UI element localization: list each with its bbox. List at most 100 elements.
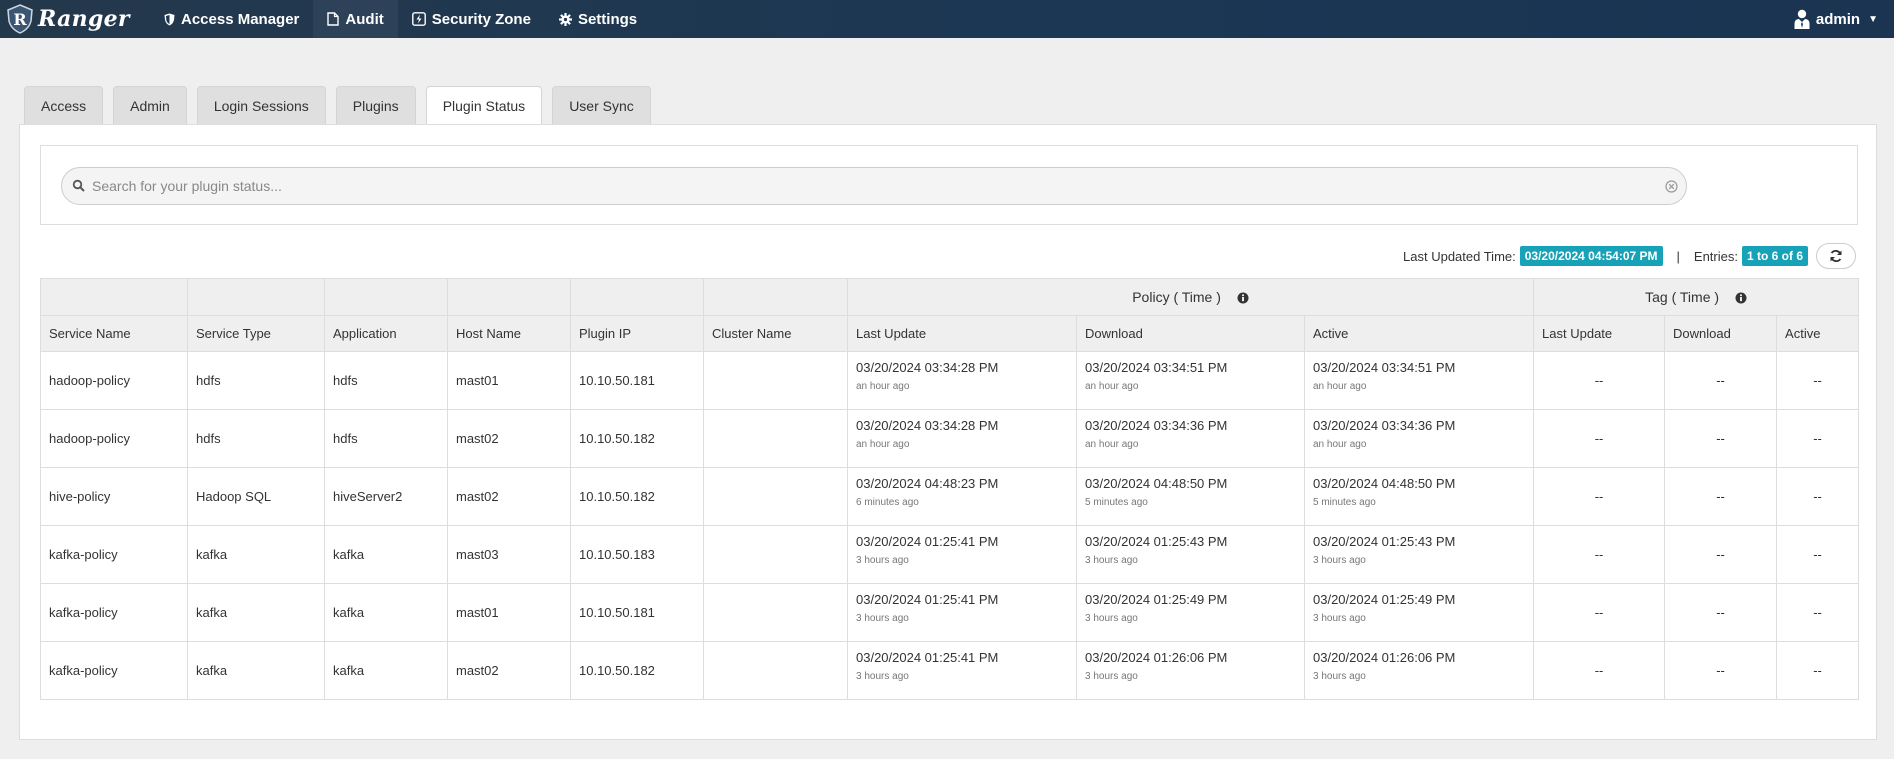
col-host-name: Host Name [447, 315, 571, 352]
cell-service-type: kafka [187, 641, 325, 700]
cell-service-type: kafka [187, 525, 325, 584]
nav-settings[interactable]: Settings [545, 0, 651, 38]
timestamp: 03/20/2024 01:25:41 PM [856, 592, 999, 607]
cell-application: kafka [324, 641, 448, 700]
tab-user-sync[interactable]: User Sync [552, 86, 651, 124]
status-line: Last Updated Time: 03/20/2024 04:54:07 P… [1403, 243, 1856, 269]
cell-service-name: kafka-policy [40, 641, 188, 700]
cell-service-name: hadoop-policy [40, 409, 188, 468]
table-row: kafka-policy kafka kafka mast03 10.10.50… [40, 525, 1860, 584]
cell-tag-last-update: -- [1533, 409, 1666, 468]
cell-cluster-name [703, 525, 848, 584]
col-application: Application [324, 315, 448, 352]
user-icon [1794, 9, 1810, 29]
last-updated-label: Last Updated Time: [1403, 248, 1516, 264]
cell-policy-last-update: 03/20/2024 01:25:41 PM 3 hours ago [847, 641, 1077, 700]
cell-plugin-ip: 10.10.50.182 [570, 641, 704, 700]
relative-time: 3 hours ago [856, 671, 909, 682]
top-navbar: R Ranger Access Manager Audit Security Z… [0, 0, 1894, 38]
cell-policy-download: 03/20/2024 03:34:51 PM an hour ago [1076, 351, 1305, 410]
file-icon [327, 12, 340, 26]
cell-policy-active: 03/20/2024 04:48:50 PM 5 minutes ago [1303, 467, 1535, 526]
cell-host-name: mast03 [447, 525, 571, 584]
cell-cluster-name [703, 351, 848, 410]
timestamp: 03/20/2024 01:26:06 PM [1313, 650, 1456, 665]
cell-policy-last-update: 03/20/2024 03:34:28 PM an hour ago [847, 351, 1077, 410]
table-row: hadoop-policy hdfs hdfs mast02 10.10.50.… [40, 409, 1860, 468]
cell-host-name: mast01 [447, 583, 571, 642]
cell-tag-active: -- [1776, 583, 1860, 642]
entries-label: Entries: [1693, 248, 1738, 264]
timestamp: 03/20/2024 04:48:50 PM [1085, 476, 1228, 491]
cell-tag-download: -- [1664, 525, 1778, 584]
cell-service-type: hdfs [187, 351, 325, 410]
svg-text:R: R [13, 10, 27, 29]
cell-policy-active: 03/20/2024 03:34:51 PM an hour ago [1303, 351, 1535, 410]
table-column-header: Service Name Service Type Application Ho… [40, 315, 1860, 352]
info-icon[interactable] [1237, 292, 1249, 304]
nav-security-zone[interactable]: Security Zone [398, 0, 545, 38]
table-row: hadoop-policy hdfs hdfs mast01 10.10.50.… [40, 351, 1860, 410]
cell-tag-last-update: -- [1533, 351, 1666, 410]
entries-badge: 1 to 6 of 6 [1741, 246, 1808, 266]
cell-service-type: hdfs [187, 409, 325, 468]
search-field[interactable] [61, 167, 1687, 205]
info-icon[interactable] [1735, 292, 1747, 304]
timestamp: 03/20/2024 01:25:49 PM [1085, 592, 1228, 607]
cell-service-name: hadoop-policy [40, 351, 188, 410]
cell-policy-active: 03/20/2024 01:25:43 PM 3 hours ago [1303, 525, 1535, 584]
tab-plugin-status[interactable]: Plugin Status [425, 86, 543, 125]
relative-time: 5 minutes ago [1313, 497, 1376, 508]
cell-tag-download: -- [1664, 641, 1778, 700]
relative-time: 3 hours ago [1085, 671, 1138, 682]
col-tag-active: Active [1776, 315, 1860, 352]
timestamp: 03/20/2024 03:34:36 PM [1313, 418, 1456, 433]
timestamp: 03/20/2024 03:34:28 PM [856, 360, 999, 375]
relative-time: 5 minutes ago [1085, 497, 1148, 508]
col-policy-last-update: Last Update [847, 315, 1077, 352]
cell-cluster-name [703, 409, 848, 468]
relative-time: 3 hours ago [1085, 613, 1138, 624]
timestamp: 03/20/2024 01:25:41 PM [856, 650, 999, 665]
table-row: kafka-policy kafka kafka mast01 10.10.50… [40, 583, 1860, 642]
plugin-status-table: Policy ( Time ) Tag ( Time ) Service Nam… [40, 278, 1860, 700]
cell-tag-active: -- [1776, 641, 1860, 700]
refresh-button[interactable] [1816, 243, 1856, 269]
col-service-name: Service Name [40, 315, 188, 352]
user-menu[interactable]: admin ▼ [1794, 0, 1878, 38]
timestamp: 03/20/2024 04:48:23 PM [856, 476, 999, 491]
tab-access[interactable]: Access [24, 86, 104, 124]
cell-tag-active: -- [1776, 409, 1860, 468]
table-row: hive-policy Hadoop SQL hiveServer2 mast0… [40, 467, 1860, 526]
shield-icon [164, 13, 175, 26]
search-input[interactable] [92, 178, 1686, 194]
clear-search-icon[interactable] [1665, 180, 1678, 193]
nav-access-manager[interactable]: Access Manager [150, 0, 313, 38]
gear-icon [558, 12, 572, 26]
cell-policy-download: 03/20/2024 01:26:06 PM 3 hours ago [1076, 641, 1305, 700]
nav-security-zone-label: Security Zone [431, 10, 531, 28]
cell-service-name: hive-policy [40, 467, 188, 526]
cell-application: kafka [324, 525, 448, 584]
tab-admin[interactable]: Admin [113, 86, 187, 124]
cell-application: kafka [324, 583, 448, 642]
relative-time: an hour ago [1313, 439, 1367, 450]
cell-host-name: mast01 [447, 351, 571, 410]
plugin-status-panel: Last Updated Time: 03/20/2024 04:54:07 P… [19, 124, 1877, 740]
tab-plugins[interactable]: Plugins [335, 86, 416, 124]
policy-time-label: Policy ( Time ) [1132, 289, 1221, 305]
tab-login-sessions[interactable]: Login Sessions [196, 86, 326, 124]
relative-time: an hour ago [1313, 381, 1367, 392]
relative-time: 3 hours ago [1085, 555, 1138, 566]
table-group-header: Policy ( Time ) Tag ( Time ) [40, 278, 1860, 316]
timestamp: 03/20/2024 03:34:36 PM [1085, 418, 1228, 433]
cell-cluster-name [703, 467, 848, 526]
plugin-status-table-wrapper: Policy ( Time ) Tag ( Time ) Service Nam… [40, 278, 1860, 700]
timestamp: 03/20/2024 01:26:06 PM [1085, 650, 1228, 665]
relative-time: 3 hours ago [1313, 613, 1366, 624]
nav-access-manager-label: Access Manager [181, 10, 300, 28]
col-tag-last-update: Last Update [1533, 315, 1666, 352]
nav-audit[interactable]: Audit [313, 0, 398, 38]
cell-policy-download: 03/20/2024 03:34:36 PM an hour ago [1076, 409, 1305, 468]
brand[interactable]: R Ranger [0, 0, 150, 38]
